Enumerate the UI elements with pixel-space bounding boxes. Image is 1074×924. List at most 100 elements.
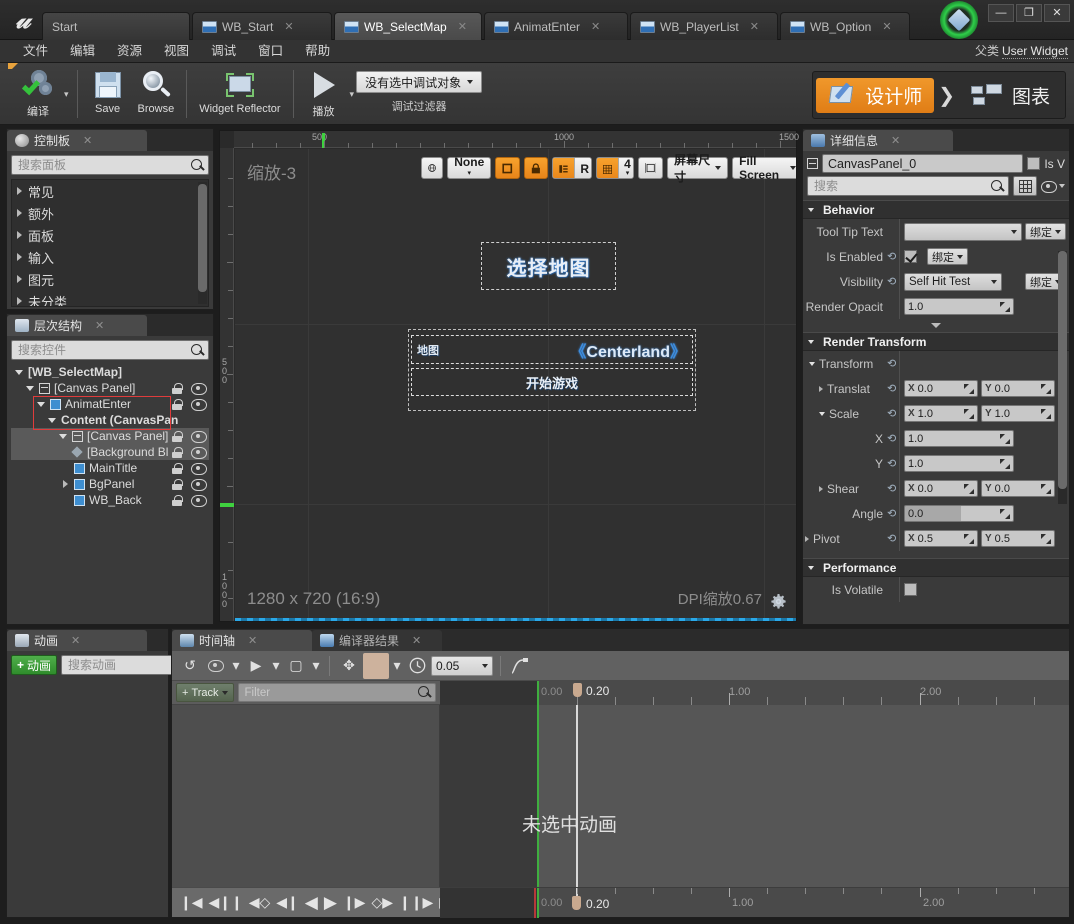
lock-icon[interactable] [172, 462, 183, 474]
palette-item-uncategorized[interactable]: 未分类 [12, 290, 208, 306]
scale-y-detail-input[interactable]: 1.0 [904, 455, 1014, 472]
playhead-handle[interactable] [572, 896, 581, 910]
snap-select[interactable]: None ▾ [447, 156, 492, 179]
menu-debug[interactable]: 调试 [200, 40, 247, 62]
scale-y-input[interactable]: Y 1.0 [981, 405, 1055, 422]
palette-item-input[interactable]: 输入 [12, 246, 208, 268]
chevron-down-icon[interactable] [819, 412, 825, 417]
details-visibility-menu[interactable] [1041, 180, 1065, 193]
is-enabled-bind-button[interactable]: 绑定 [927, 248, 968, 265]
go-to-start-icon[interactable]: ❙◀ [178, 894, 205, 911]
hierarchy-search[interactable] [11, 340, 209, 360]
animation-list[interactable] [9, 681, 166, 915]
tab-timeline[interactable]: 时间轴 ✕ [172, 630, 312, 651]
menu-view[interactable]: 视图 [153, 40, 200, 62]
widget-reflector-button[interactable]: Widget Reflector [193, 67, 286, 115]
spinner-icon[interactable] [1000, 433, 1010, 444]
close-icon[interactable]: ✕ [882, 20, 891, 33]
timeline-ruler-bottom[interactable]: 0.00 0.20 1.00 2.00 [440, 887, 1069, 918]
palette-scrollbar[interactable] [198, 182, 207, 304]
tree-row-wb-selectmap[interactable]: [WB_SelectMap] [11, 364, 209, 380]
tab-wb-playerlist[interactable]: WB_PlayerList ✕ [630, 12, 778, 40]
grid-toggle[interactable] [596, 158, 619, 178]
maximize-button[interactable]: ❐ [1016, 4, 1042, 22]
close-icon[interactable]: ✕ [95, 319, 104, 332]
tree-row-content-canvaspanel[interactable]: Content (CanvasPan [11, 412, 209, 428]
render-opacity-input[interactable]: 1.0 [904, 298, 1014, 315]
tab-wb-selectmap[interactable]: WB_SelectMap ✕ [334, 12, 482, 40]
preview-start-button[interactable]: 开始游戏 [411, 368, 693, 396]
tree-row-background-blur[interactable]: [Background Bl [11, 444, 209, 460]
palette-item-panel[interactable]: 面板 [12, 224, 208, 246]
timeline-filter-input[interactable] [244, 686, 418, 699]
scrollbar-thumb[interactable] [198, 184, 207, 292]
category-behavior[interactable]: Behavior [803, 200, 1069, 219]
timeline-ruler-top[interactable]: 0.00 1.00 2.00 0.20 [440, 681, 1069, 705]
play-dropdown-icon[interactable]: ▾ [270, 654, 282, 678]
close-button[interactable]: ✕ [1044, 4, 1070, 22]
tool-tip-text-bind-button[interactable]: 绑定 [1025, 223, 1066, 240]
menu-file[interactable]: 文件 [12, 40, 59, 62]
scale-x-detail-input[interactable]: 1.0 [904, 430, 1014, 447]
palette-item-common[interactable]: 常见 [12, 180, 208, 202]
reset-icon[interactable]: ⟲ [887, 276, 899, 288]
spinner-icon[interactable] [964, 483, 974, 494]
tab-animations[interactable]: 动画 ✕ [7, 630, 147, 651]
lock-icon[interactable] [172, 478, 183, 490]
preview-map-value[interactable]: 《Centerland》 [570, 338, 686, 362]
chevron-right-icon[interactable] [63, 480, 68, 488]
next-key-icon[interactable]: ❙❙▶ [397, 894, 435, 911]
reset-icon[interactable]: ⟲ [887, 358, 899, 370]
lock-icon[interactable] [172, 494, 183, 506]
eye-icon[interactable] [1041, 180, 1057, 193]
chevron-down-icon[interactable] [37, 401, 45, 407]
is-variable-checkbox[interactable] [1027, 157, 1041, 170]
screen-size-select[interactable]: 屏幕尺寸 [667, 153, 729, 184]
undo-icon[interactable]: ↺ [178, 654, 202, 678]
palette-search[interactable] [11, 155, 209, 175]
tool-tip-text-input[interactable] [904, 222, 1022, 241]
grid-view-icon[interactable] [1013, 176, 1037, 196]
play-dropdown-icon[interactable]: ▾ [350, 89, 355, 100]
key-icon[interactable] [363, 652, 389, 679]
close-icon[interactable]: ✕ [248, 634, 257, 647]
eye-icon[interactable] [204, 654, 228, 678]
close-icon[interactable]: ✕ [891, 134, 900, 147]
visibility-select[interactable]: Self Hit Test [904, 272, 1002, 291]
next-frame-icon[interactable]: ◇▶ [369, 894, 395, 911]
fill-mode-select[interactable]: Fill Screen [732, 154, 796, 182]
reverse-play-icon[interactable]: ◀ [303, 893, 320, 913]
reset-icon[interactable]: ⟲ [887, 533, 899, 545]
spinner-icon[interactable] [1000, 508, 1010, 519]
chevron-down-icon[interactable] [26, 385, 34, 391]
palette-search-input[interactable] [18, 158, 191, 172]
play-icon[interactable]: ▶ [244, 654, 268, 678]
curve-icon[interactable] [508, 654, 532, 678]
gear-icon[interactable] [771, 594, 786, 609]
angle-slider[interactable]: 0.0 [904, 505, 1014, 522]
add-track-button[interactable]: + Track [176, 683, 234, 702]
timeline-filter[interactable] [237, 683, 436, 702]
chevron-right-icon[interactable] [805, 536, 809, 543]
spinner-icon[interactable] [1041, 383, 1051, 394]
add-animation-button[interactable]: + 动画 [11, 655, 58, 675]
lock-icon[interactable] [172, 382, 183, 394]
spinner-icon[interactable] [964, 383, 974, 394]
close-icon[interactable]: ✕ [458, 20, 467, 33]
spinner-icon[interactable] [1000, 458, 1010, 469]
tree-row-animatenter[interactable]: AnimatEnter [11, 396, 209, 412]
step-forward-icon[interactable]: ❙▶ [341, 894, 368, 911]
tab-details[interactable]: 详细信息 ✕ [803, 130, 953, 151]
prev-arrow-icon[interactable]: 《 [570, 344, 586, 361]
shear-x-input[interactable]: X 0.0 [904, 480, 978, 497]
minimize-button[interactable]: — [988, 4, 1014, 22]
eye-icon[interactable] [191, 495, 207, 507]
spinner-icon[interactable] [1041, 533, 1051, 544]
scale-x-input[interactable]: X 1.0 [904, 405, 978, 422]
lock-toggle[interactable] [523, 157, 548, 179]
palette-item-extra[interactable]: 额外 [12, 202, 208, 224]
mode-graph-button[interactable]: 图表 [959, 78, 1062, 113]
preview-main-title[interactable]: 选择地图 [481, 242, 616, 290]
shear-y-input[interactable]: Y 0.0 [981, 480, 1055, 497]
chevron-right-icon[interactable] [819, 386, 823, 393]
